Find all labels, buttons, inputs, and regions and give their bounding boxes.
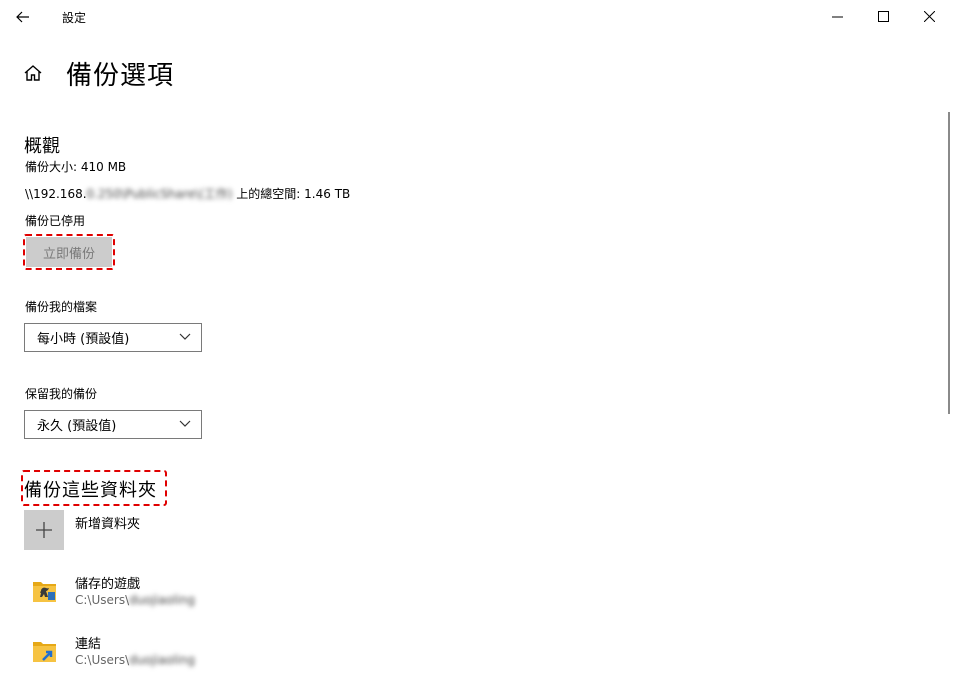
maximize-button[interactable] [860,0,906,32]
backup-frequency-label: 備份我的檔案 [25,300,98,314]
location-blurred: 0.250\PublicShare\(工作) [86,187,233,201]
minimize-icon [831,16,843,17]
plus-icon [36,522,52,538]
folder-item-path: C:\Users\duojiaoling [75,653,195,667]
backup-location-text: \\192.168.0.250\PublicShare\(工作) 上的總空間: … [25,185,350,202]
location-total-space: 上的總空間: 1.46 TB [232,187,351,201]
folder-item-name[interactable]: 儲存的遊戲 [75,573,140,592]
close-button[interactable] [906,0,952,32]
location-prefix: \\192.168. [25,187,87,201]
title-bar: 設定 [0,0,953,34]
links-folder-icon [30,636,60,666]
vertical-scrollbar[interactable] [948,112,950,414]
backup-size-text: 備份大小: 410 MB [25,160,127,174]
window-title: 設定 [62,11,87,25]
close-icon [923,10,935,22]
folder-item-name[interactable]: 連結 [75,633,101,652]
overview-heading: 概觀 [24,136,60,157]
back-arrow-icon [16,11,29,23]
add-folder-label[interactable]: 新增資料夾 [75,513,140,532]
keep-backups-label: 保留我的備份 [25,387,98,401]
folder-path-prefix: C:\Users\ [75,593,130,607]
page-title: 備份選項 [66,61,175,91]
add-folder-button[interactable] [24,510,64,550]
highlight-box-folders-heading [21,470,167,506]
minimize-button[interactable] [814,0,860,32]
backup-frequency-value: 每小時 (預設值) [37,332,130,347]
back-button[interactable] [8,2,38,32]
backup-status-text: 備份已停用 [25,214,86,228]
folder-path-username: duojiaoling [129,593,195,607]
home-icon[interactable] [22,62,44,84]
folder-item-path: C:\Users\duojiaoling [75,593,195,607]
backup-frequency-dropdown[interactable]: 每小時 (預設值) [24,323,202,352]
chevron-down-icon [179,420,191,427]
maximize-icon [877,10,889,22]
chevron-down-icon [179,333,191,340]
folder-path-prefix: C:\Users\ [75,653,130,667]
highlight-box-backup-now [23,234,115,270]
keep-backups-value: 永久 (預設值) [37,419,117,434]
keep-backups-dropdown[interactable]: 永久 (預設值) [24,410,202,439]
saved-games-folder-icon [30,576,60,606]
folder-path-username: duojiaoling [129,653,195,667]
